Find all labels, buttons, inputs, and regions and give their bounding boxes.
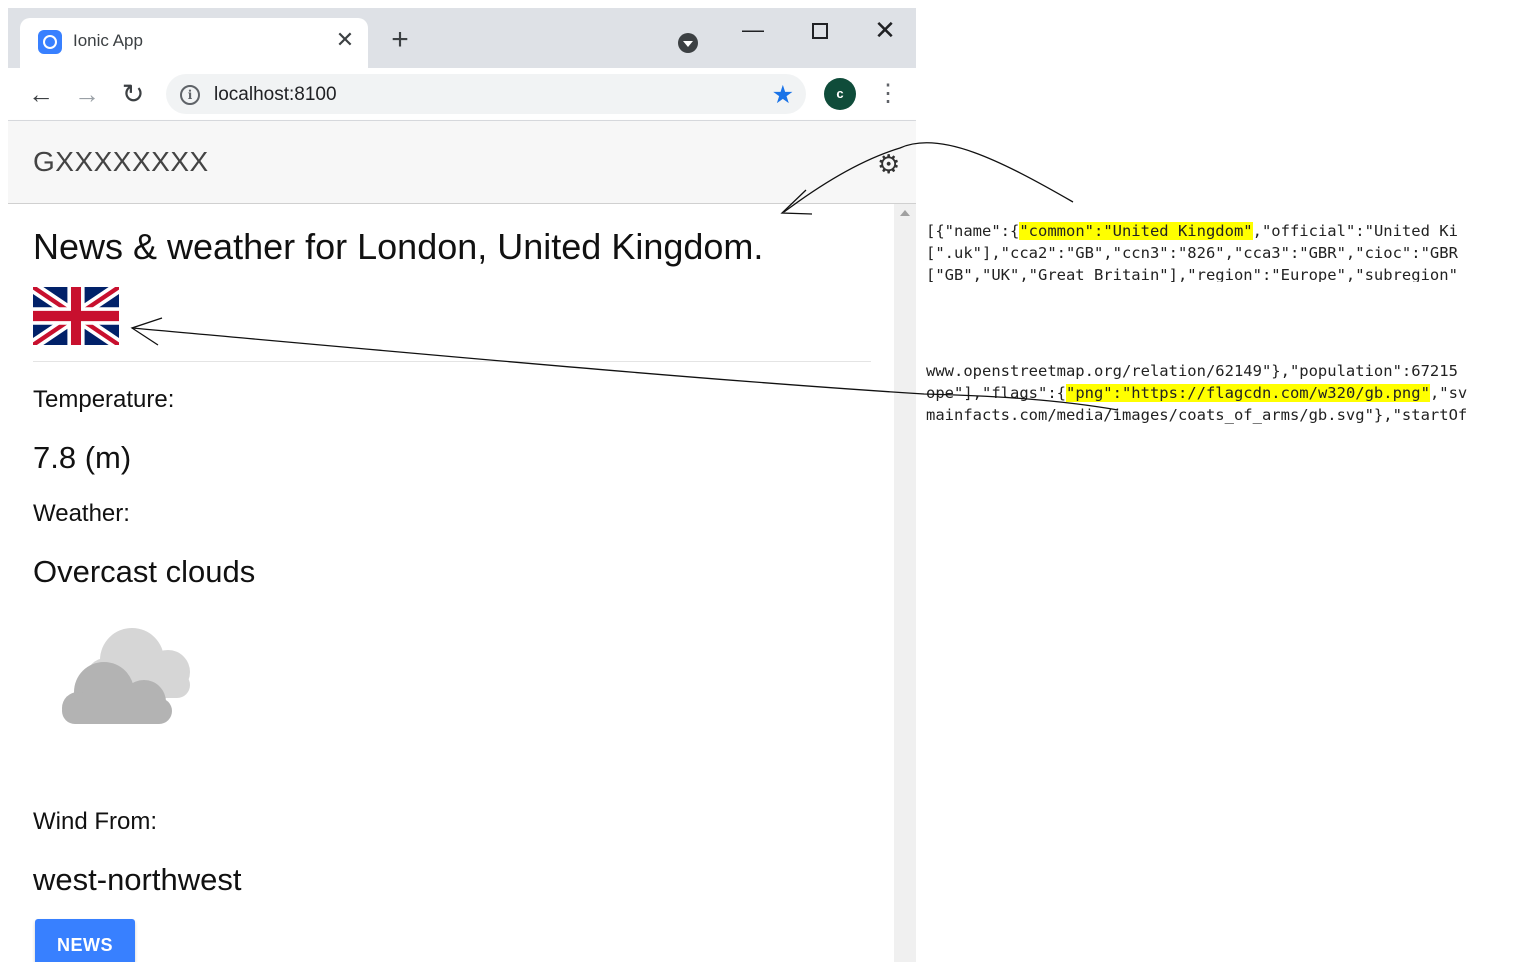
cloud-icon: [62, 628, 190, 724]
browser-window: Ionic App ✕ + — ✕ ← → ↻ i localhost:8100…: [8, 8, 916, 962]
address-bar[interactable]: i localhost:8100 ★: [166, 74, 806, 114]
close-icon[interactable]: ✕: [332, 27, 358, 53]
json-snippet-name: [{"name":{"common":"United Kingdom","off…: [926, 220, 1524, 282]
uk-flag: [33, 287, 119, 345]
avatar[interactable]: c: [824, 78, 856, 110]
tab-strip: Ionic App ✕ + — ✕: [8, 8, 916, 68]
json-text: ope"],"flags":{: [926, 384, 1066, 402]
weather-value: Overcast clouds: [33, 554, 256, 589]
page-title: GXXXXXXXX: [33, 146, 209, 177]
app-header: GXXXXXXXX ⚙: [8, 121, 916, 204]
ionic-favicon: [38, 30, 62, 54]
divider: [33, 361, 871, 362]
weather-label: Weather:: [33, 500, 130, 527]
back-arrow-icon[interactable]: ←: [26, 80, 56, 110]
headline: News & weather for London, United Kingdo…: [33, 226, 764, 267]
temperature-value: 7.8 (m): [33, 440, 132, 475]
browser-tab[interactable]: Ionic App ✕: [20, 18, 368, 68]
json-text: ,"sv: [1429, 384, 1468, 402]
tab-search-icon[interactable]: [678, 33, 698, 53]
json-text: www.openstreetmap.org/relation/62149"},"…: [926, 362, 1458, 380]
window-close-icon[interactable]: ✕: [862, 12, 908, 48]
scroll-up-icon[interactable]: [900, 210, 910, 216]
json-text: mainfacts.com/media/images/coats_of_arms…: [926, 406, 1468, 424]
json-text: [{"name":{: [926, 222, 1020, 240]
scrollbar[interactable]: [894, 204, 916, 962]
gear-icon[interactable]: ⚙: [877, 149, 900, 180]
star-icon[interactable]: ★: [772, 80, 794, 110]
browser-toolbar: ← → ↻ i localhost:8100 ★ c ⋮: [8, 68, 916, 121]
main-content: News & weather for London, United Kingdo…: [8, 204, 894, 962]
news-button[interactable]: NEWS: [35, 919, 135, 962]
json-text: [".uk"],"cca2":"GB","ccn3":"826","cca3":…: [926, 244, 1458, 262]
plus-icon[interactable]: +: [386, 25, 414, 55]
json-snippet-flags: www.openstreetmap.org/relation/62149"},"…: [926, 360, 1524, 426]
json-highlight: "common":"United Kingdom": [1019, 222, 1253, 240]
url-text[interactable]: localhost:8100: [214, 84, 337, 106]
wind-value: west-northwest: [33, 862, 242, 897]
tab-title: Ionic App: [73, 31, 143, 50]
maximize-icon[interactable]: [796, 12, 842, 48]
forward-arrow-icon[interactable]: →: [72, 80, 102, 110]
info-icon[interactable]: i: [180, 85, 200, 105]
json-text: ["GB","UK","Great Britain"],"region":"Eu…: [926, 266, 1458, 282]
wind-label: Wind From:: [33, 808, 158, 835]
kebab-menu-icon[interactable]: ⋮: [876, 79, 900, 109]
temperature-label: Temperature:: [33, 386, 175, 413]
reload-icon[interactable]: ↻: [118, 80, 148, 110]
json-text: ,"official":"United Ki: [1252, 222, 1458, 240]
minimize-icon[interactable]: —: [730, 12, 776, 48]
json-highlight: "png":"https://flagcdn.com/w320/gb.png": [1065, 384, 1430, 402]
